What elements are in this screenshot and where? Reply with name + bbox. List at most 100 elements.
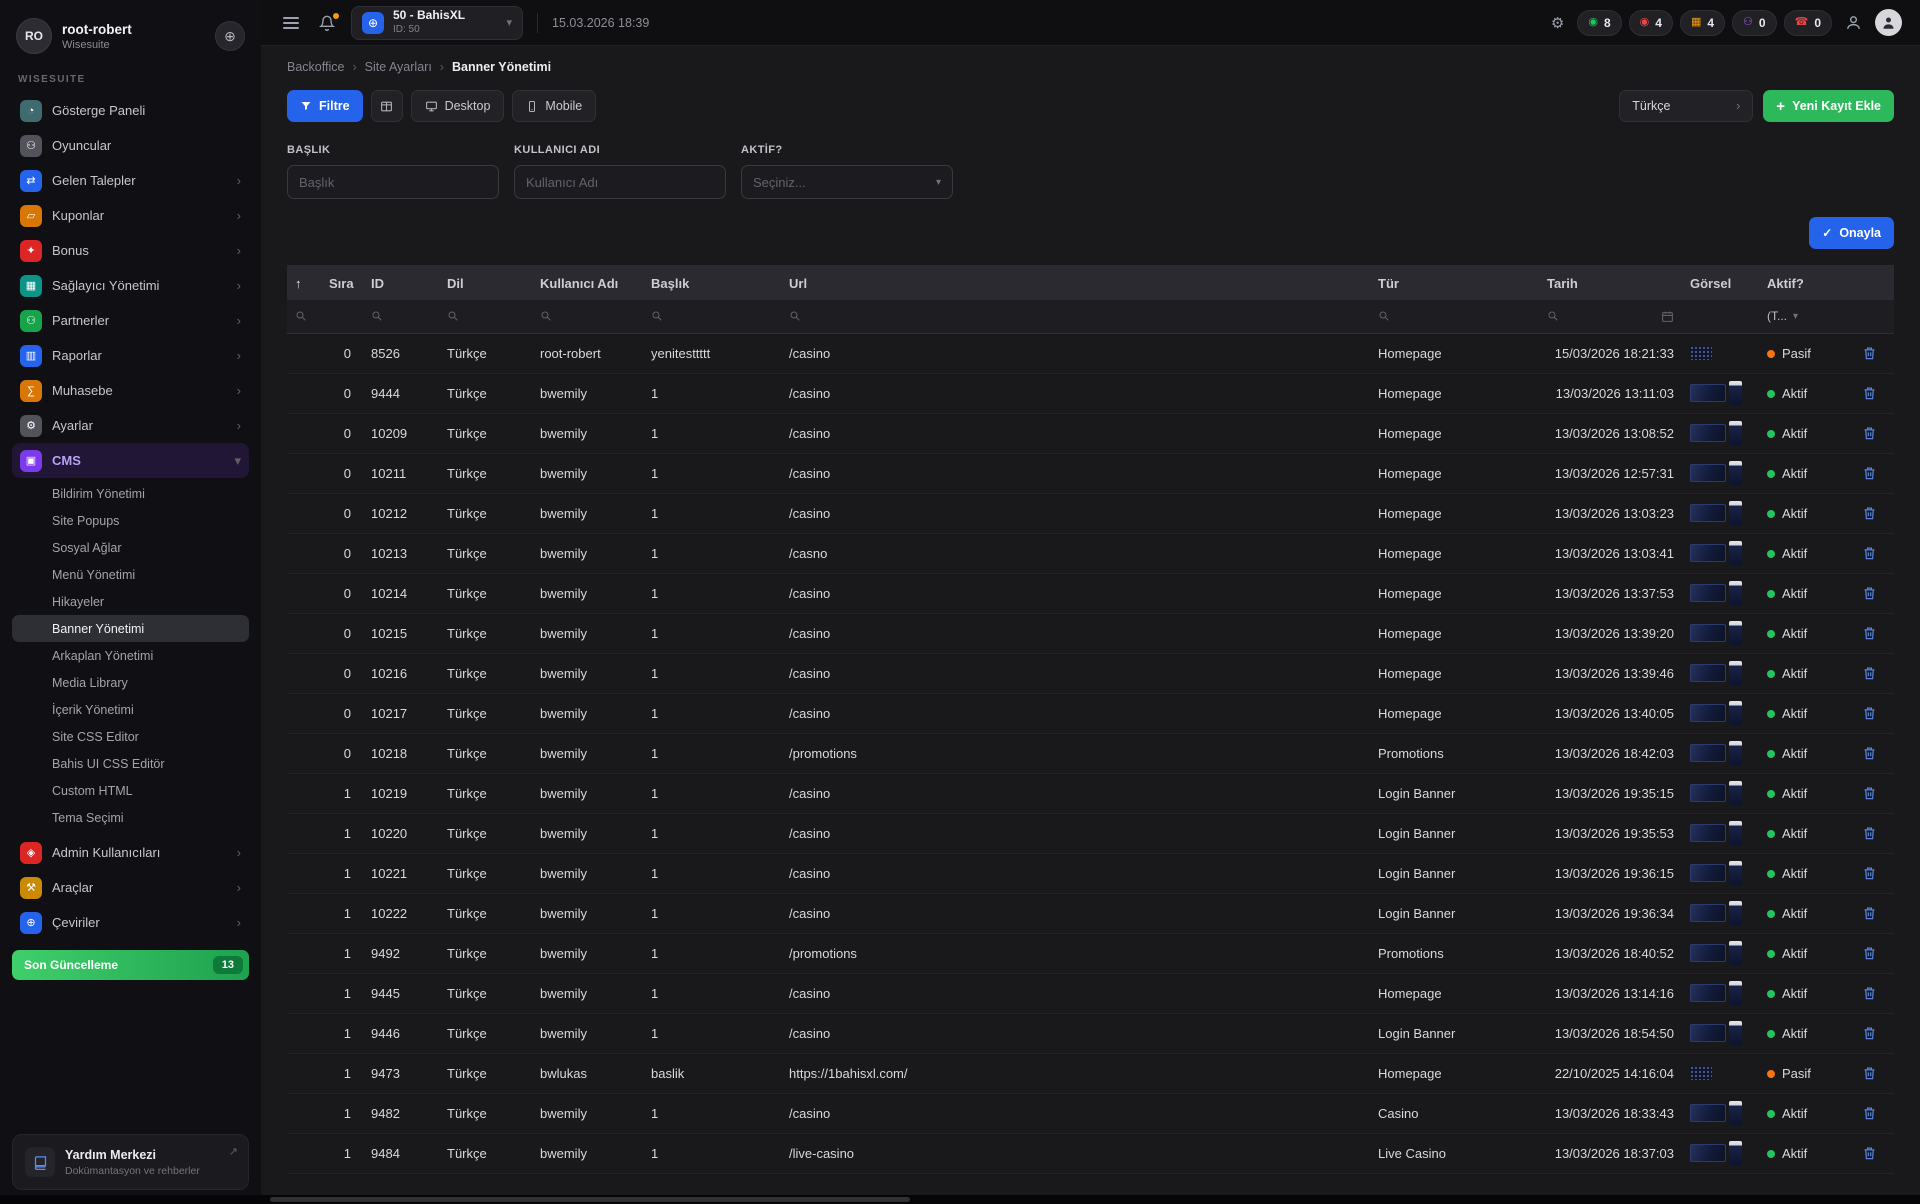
filter-button[interactable]: Filtre: [287, 90, 363, 122]
delete-button[interactable]: [1859, 662, 1880, 684]
table-row[interactable]: 19484Türkçebwemily1/live-casinoLive Casi…: [287, 1133, 1894, 1173]
banner-thumbnail-desktop[interactable]: [1690, 624, 1726, 642]
sidebar-subitem-sosyal-a-lar[interactable]: Sosyal Ağlar: [12, 534, 249, 561]
banner-thumbnail-desktop[interactable]: [1690, 1144, 1726, 1162]
table-row[interactable]: 010213Türkçebwemily1/casnoHomepage13/03/…: [287, 533, 1894, 573]
table-row[interactable]: 09444Türkçebwemily1/casinoHomepage13/03/…: [287, 373, 1894, 413]
banner-thumbnail-desktop[interactable]: [1690, 384, 1726, 402]
sidebar-subitem-site-popups[interactable]: Site Popups: [12, 507, 249, 534]
table-row[interactable]: 010209Türkçebwemily1/casinoHomepage13/03…: [287, 413, 1894, 453]
sidebar-subitem-bahis-ui-css-edit-r[interactable]: Bahis UI CSS Editör: [12, 750, 249, 777]
sidebar-subitem-men-y-netimi[interactable]: Menü Yönetimi: [12, 561, 249, 588]
banner-thumbnail-desktop[interactable]: [1690, 864, 1726, 882]
table-row[interactable]: 010218Türkçebwemily1/promotionsPromotion…: [287, 733, 1894, 773]
bell-icon[interactable]: [317, 13, 337, 33]
delete-button[interactable]: [1859, 702, 1880, 724]
badge-phone-status[interactable]: ☎0: [1784, 10, 1832, 36]
delete-button[interactable]: [1859, 1022, 1880, 1044]
site-selector[interactable]: ⊕ 50 - BahisXL ID: 50 ▾: [351, 6, 523, 40]
col-header-url[interactable]: Url: [781, 266, 1370, 300]
search-icon[interactable]: [789, 310, 801, 322]
banner-thumbnail-desktop[interactable]: [1690, 504, 1726, 522]
delete-button[interactable]: [1859, 902, 1880, 924]
sidebar-item-accounting[interactable]: ∑Muhasebe›: [12, 373, 249, 408]
table-row[interactable]: 110221Türkçebwemily1/casinoLogin Banner1…: [287, 853, 1894, 893]
delete-button[interactable]: [1859, 502, 1880, 524]
table-row[interactable]: 19473Türkçebwlukasbaslikhttps://1bahisxl…: [287, 1053, 1894, 1093]
table-row[interactable]: 010214Türkçebwemily1/casinoHomepage13/03…: [287, 573, 1894, 613]
aktif-column-filter[interactable]: (T...▾: [1767, 309, 1837, 323]
delete-button[interactable]: [1859, 342, 1880, 364]
user-outline-icon[interactable]: [1843, 12, 1864, 33]
col-header-tur[interactable]: Tür: [1370, 266, 1539, 300]
badge-green-status[interactable]: ◉8: [1577, 10, 1621, 36]
gear-icon[interactable]: ⚙: [1549, 12, 1566, 34]
sidebar-item-partners[interactable]: ⚇Partnerler›: [12, 303, 249, 338]
language-select[interactable]: Türkçe ›: [1619, 90, 1753, 122]
banner-thumbnail-mobile[interactable]: [1729, 861, 1742, 885]
menu-icon[interactable]: [279, 13, 303, 33]
kullanici-filter-input[interactable]: [514, 165, 726, 199]
sidebar-item-translations[interactable]: ⊕Çeviriler›: [12, 905, 249, 940]
banner-thumbnail-desktop[interactable]: [1690, 944, 1726, 962]
table-row[interactable]: 19482Türkçebwemily1/casinoCasino13/03/20…: [287, 1093, 1894, 1133]
delete-button[interactable]: [1859, 422, 1880, 444]
delete-button[interactable]: [1859, 862, 1880, 884]
banner-thumbnail-mobile[interactable]: [1729, 621, 1742, 645]
delete-button[interactable]: [1859, 1062, 1880, 1084]
table-row[interactable]: 010217Türkçebwemily1/casinoHomepage13/03…: [287, 693, 1894, 733]
add-record-button[interactable]: + Yeni Kayıt Ekle: [1763, 90, 1894, 122]
delete-button[interactable]: [1859, 462, 1880, 484]
banner-thumbnail-mobile[interactable]: [1729, 1021, 1742, 1045]
table-row[interactable]: 010215Türkçebwemily1/casinoHomepage13/03…: [287, 613, 1894, 653]
sidebar-subitem-site-css-editor[interactable]: Site CSS Editor: [12, 723, 249, 750]
col-header-sira[interactable]: Sıra: [321, 266, 363, 300]
table-row[interactable]: 08526Türkçeroot-robertyenitesttttt/casin…: [287, 333, 1894, 373]
sidebar-item-providers[interactable]: ▦Sağlayıcı Yönetimi›: [12, 268, 249, 303]
banner-thumbnail-mobile[interactable]: [1729, 421, 1742, 445]
last-update-banner[interactable]: Son Güncelleme 13: [12, 950, 249, 980]
banner-thumbnail[interactable]: [1690, 346, 1712, 360]
banner-thumbnail[interactable]: [1690, 1066, 1712, 1080]
banner-thumbnail-mobile[interactable]: [1729, 981, 1742, 1005]
banner-thumbnail-mobile[interactable]: [1729, 741, 1742, 765]
search-icon[interactable]: [295, 310, 307, 322]
badge-red-status[interactable]: ◉4: [1629, 10, 1673, 36]
banner-thumbnail-desktop[interactable]: [1690, 984, 1726, 1002]
banner-thumbnail-mobile[interactable]: [1729, 381, 1742, 405]
scrollbar-thumb[interactable]: [270, 1197, 910, 1202]
mobile-button[interactable]: Mobile: [512, 90, 596, 122]
profile-avatar[interactable]: [1875, 9, 1902, 36]
search-icon[interactable]: [651, 310, 663, 322]
banner-thumbnail-mobile[interactable]: [1729, 701, 1742, 725]
submit-button[interactable]: ✓ Onayla: [1809, 217, 1894, 249]
banner-thumbnail-mobile[interactable]: [1729, 661, 1742, 685]
search-icon[interactable]: [540, 310, 552, 322]
table-row[interactable]: 010216Türkçebwemily1/casinoHomepage13/03…: [287, 653, 1894, 693]
banner-thumbnail-mobile[interactable]: [1729, 1101, 1742, 1125]
sidebar-item-cms[interactable]: ▣CMS▾: [12, 443, 249, 478]
sidebar-subitem-media-library[interactable]: Media Library: [12, 669, 249, 696]
banner-thumbnail-mobile[interactable]: [1729, 941, 1742, 965]
table-row[interactable]: 110222Türkçebwemily1/casinoLogin Banner1…: [287, 893, 1894, 933]
delete-button[interactable]: [1859, 782, 1880, 804]
banner-thumbnail-desktop[interactable]: [1690, 824, 1726, 842]
col-header-kullanici[interactable]: Kullanıcı Adı: [532, 266, 643, 300]
delete-button[interactable]: [1859, 582, 1880, 604]
sidebar-subitem-custom-html[interactable]: Custom HTML: [12, 777, 249, 804]
table-row[interactable]: 110220Türkçebwemily1/casinoLogin Banner1…: [287, 813, 1894, 853]
sidebar-item-admin-users[interactable]: ◈Admin Kullanıcıları›: [12, 835, 249, 870]
delete-button[interactable]: [1859, 382, 1880, 404]
sidebar-subitem-banner-y-netimi[interactable]: Banner Yönetimi: [12, 615, 249, 642]
badge-orange-status[interactable]: ▦4: [1680, 10, 1725, 36]
delete-button[interactable]: [1859, 942, 1880, 964]
table-row[interactable]: 19446Türkçebwemily1/casinoLogin Banner13…: [287, 1013, 1894, 1053]
banner-thumbnail-mobile[interactable]: [1729, 461, 1742, 485]
banner-thumbnail-desktop[interactable]: [1690, 1104, 1726, 1122]
table-row[interactable]: 19492Türkçebwemily1/promotionsPromotions…: [287, 933, 1894, 973]
columns-button[interactable]: [371, 90, 403, 122]
breadcrumb-item-backoffice[interactable]: Backoffice: [287, 60, 344, 74]
banner-thumbnail-desktop[interactable]: [1690, 1024, 1726, 1042]
col-header-gorsel[interactable]: Görsel: [1682, 266, 1759, 300]
sidebar-subitem-i-erik-y-netimi[interactable]: İçerik Yönetimi: [12, 696, 249, 723]
